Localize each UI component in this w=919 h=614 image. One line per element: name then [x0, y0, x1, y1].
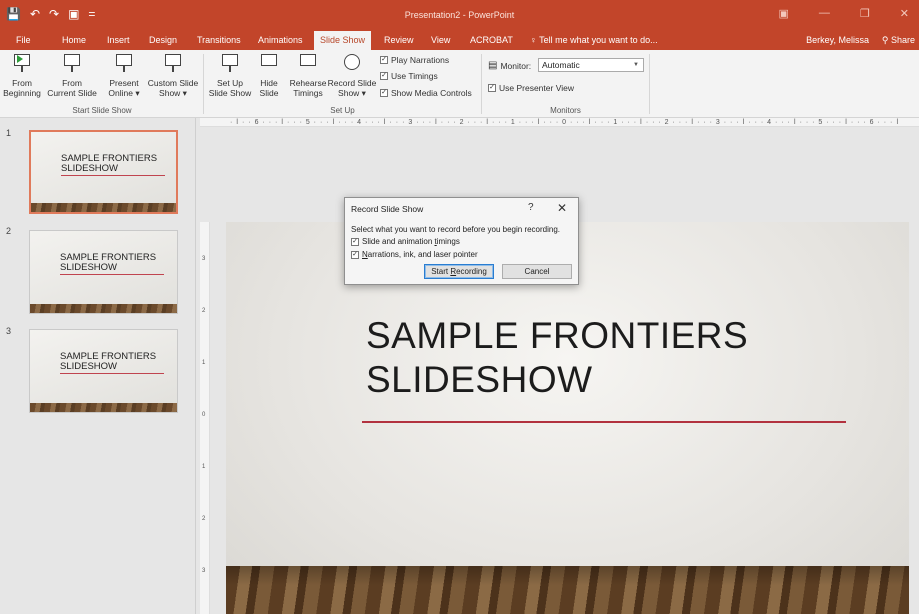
- group-label-setup: Set Up: [330, 106, 355, 115]
- tab-insert[interactable]: Insert: [101, 31, 136, 50]
- lightbulb-icon: ♀: [530, 35, 540, 45]
- checkmark-icon: ✓: [351, 250, 359, 259]
- title-bar: 💾 ↶ ↷ ▣ = Presentation2 - PowerPoint ▣ —…: [0, 0, 919, 31]
- group-separator: [649, 54, 650, 114]
- title-divider-line: [362, 421, 846, 423]
- group-label-monitors: Monitors: [550, 106, 581, 115]
- checkmark-icon: ✓: [351, 237, 359, 246]
- group-label-start: Start Slide Show: [72, 106, 132, 115]
- chevron-down-icon: ▼: [633, 62, 639, 68]
- slide-title[interactable]: SAMPLE FRONTIERS SLIDESHOW: [366, 314, 748, 402]
- checkmark-icon: ✓: [380, 89, 388, 97]
- thumbnail-title: SAMPLE FRONTIERS SLIDESHOW: [61, 153, 158, 174]
- tab-home[interactable]: Home: [56, 31, 92, 50]
- group-separator: [203, 54, 204, 114]
- thumbnail-divider: [61, 175, 165, 176]
- tell-me-box[interactable]: ♀ Tell me what you want to do...: [530, 31, 658, 50]
- tab-slide-show[interactable]: Slide Show: [314, 31, 372, 50]
- play-screen-icon: [11, 52, 33, 76]
- screen-icon: [61, 52, 83, 76]
- custom-show-icon: [162, 52, 184, 76]
- monitor-label: ▤ Monitor:: [488, 60, 532, 71]
- cancel-button[interactable]: Cancel: [502, 264, 572, 279]
- hide-slide-button[interactable]: Hide Slide: [253, 52, 285, 98]
- play-narrations-checkbox[interactable]: ✓ Play Narrations: [380, 55, 449, 65]
- thumbnail-divider: [60, 274, 164, 275]
- dialog-title: Record Slide Show: [351, 204, 424, 214]
- share-button[interactable]: ⚲ Share: [882, 31, 915, 50]
- thumbnail-floor: [30, 304, 177, 313]
- show-media-controls-checkbox[interactable]: ✓ Show Media Controls: [380, 88, 472, 98]
- checkmark-icon: ✓: [380, 72, 388, 80]
- monitor-dropdown[interactable]: Automatic ▼: [538, 58, 644, 72]
- from-current-slide-button[interactable]: From Current Slide: [42, 52, 102, 98]
- slide-thumbnail-3[interactable]: SAMPLE FRONTIERS SLIDESHOW: [29, 329, 178, 413]
- tab-file[interactable]: File: [10, 31, 37, 50]
- close-window-icon[interactable]: ✕: [900, 7, 909, 20]
- slide-thumbnail-pane: 1 SAMPLE FRONTIERS SLIDESHOW 2 SAMPLE FR…: [0, 118, 196, 614]
- vertical-ruler: 3 2 1 0 1 2 3: [200, 222, 210, 614]
- record-icon: [341, 52, 363, 76]
- ribbon: From Beginning From Current Slide Presen…: [0, 50, 919, 118]
- tab-design[interactable]: Design: [143, 31, 183, 50]
- setup-screen-icon: [219, 52, 241, 76]
- tab-animations[interactable]: Animations: [252, 31, 309, 50]
- slide-number: 2: [6, 226, 12, 236]
- globe-screen-icon: [113, 52, 135, 76]
- restore-icon[interactable]: ❐: [860, 7, 870, 20]
- use-presenter-view-checkbox[interactable]: ✓ Use Presenter View: [488, 83, 574, 93]
- slide-number: 1: [6, 128, 12, 138]
- from-beginning-button[interactable]: From Beginning: [2, 52, 42, 98]
- ribbon-display-icon[interactable]: ▣: [779, 7, 789, 20]
- tab-acrobat[interactable]: ACROBAT: [464, 31, 519, 50]
- minimize-icon[interactable]: —: [819, 7, 830, 20]
- group-separator: [481, 54, 482, 114]
- narrations-ink-laser-checkbox[interactable]: ✓ Narrations, ink, and laser pointer: [351, 250, 478, 259]
- thumbnail-floor: [31, 203, 176, 212]
- rehearse-timings-button[interactable]: Rehearse Timings: [288, 52, 328, 98]
- monitor-icon: ▤: [488, 60, 498, 71]
- set-up-slide-show-button[interactable]: Set Up Slide Show: [207, 52, 253, 98]
- ribbon-tabs: File Home Insert Design Transitions Anim…: [0, 31, 919, 50]
- start-recording-button[interactable]: Start Recording: [424, 264, 494, 279]
- thumbnail-divider: [60, 373, 164, 374]
- present-online-button[interactable]: Present Online ▾: [104, 52, 144, 98]
- custom-slide-show-button[interactable]: Custom Slide Show ▾: [145, 52, 201, 98]
- tab-transitions[interactable]: Transitions: [191, 31, 247, 50]
- use-timings-checkbox[interactable]: ✓ Use Timings: [380, 71, 438, 81]
- help-icon[interactable]: ?: [528, 202, 534, 213]
- person-icon: ⚲: [881, 35, 891, 45]
- slide-thumbnail-1[interactable]: SAMPLE FRONTIERS SLIDESHOW: [29, 130, 178, 214]
- thumbnail-title: SAMPLE FRONTIERS SLIDESHOW: [60, 351, 157, 372]
- stopwatch-icon: [297, 52, 319, 76]
- slide-animation-timings-checkbox[interactable]: ✓ Slide and animation timings: [351, 237, 460, 246]
- record-slide-show-dialog: Record Slide Show ? ✕ Select what you wa…: [344, 197, 579, 285]
- close-icon[interactable]: ✕: [557, 201, 567, 215]
- thumbnail-title: SAMPLE FRONTIERS SLIDESHOW: [60, 252, 157, 273]
- window-controls: ▣ — ❐ ✕: [779, 7, 910, 20]
- slide-number: 3: [6, 326, 12, 336]
- checkmark-icon: ✓: [488, 84, 496, 92]
- wood-floor-image: [226, 566, 909, 614]
- slide-thumbnail-2[interactable]: SAMPLE FRONTIERS SLIDESHOW: [29, 230, 178, 314]
- tab-view[interactable]: View: [425, 31, 456, 50]
- record-slide-show-button[interactable]: Record Slide Show ▾: [326, 52, 378, 98]
- hide-slide-icon: [258, 52, 280, 76]
- horizontal-ruler: · ǀ · · 6 · · · ǀ · · · 5 · · · ǀ · · · …: [200, 118, 919, 127]
- thumbnail-floor: [30, 403, 177, 412]
- dialog-instruction: Select what you want to record before yo…: [351, 225, 561, 234]
- checkmark-icon: ✓: [380, 56, 388, 64]
- tab-review[interactable]: Review: [378, 31, 420, 50]
- user-name[interactable]: Berkey, Melissa: [806, 31, 869, 50]
